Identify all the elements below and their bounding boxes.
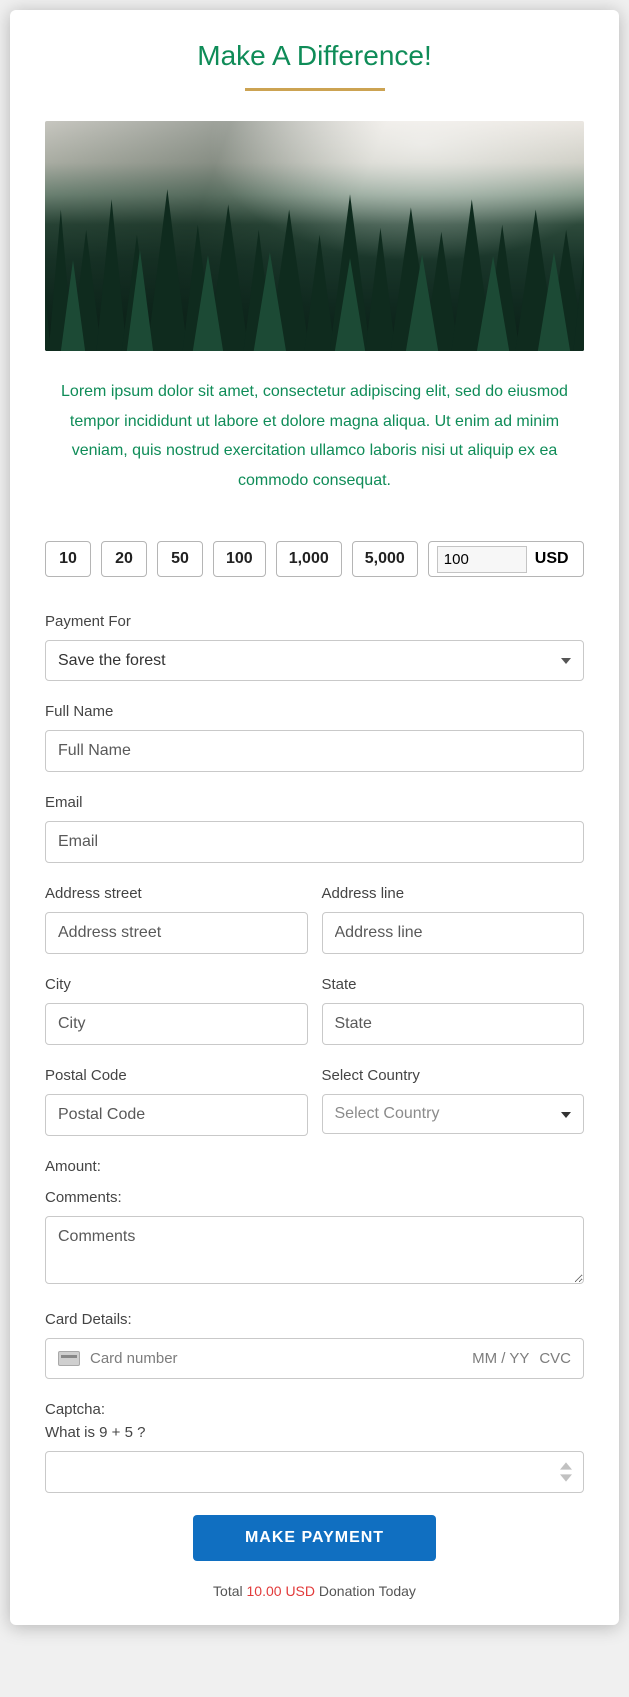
- full-name-input[interactable]: [45, 730, 584, 772]
- card-exp-placeholder: MM / YY: [472, 1350, 529, 1367]
- email-label: Email: [45, 794, 584, 811]
- description: Lorem ipsum dolor sit amet, consectetur …: [45, 377, 584, 495]
- card-cvc-placeholder: CVC: [539, 1350, 571, 1367]
- custom-amount-input[interactable]: [437, 546, 527, 573]
- comments-input[interactable]: [45, 1216, 584, 1284]
- card-input[interactable]: Card number MM / YY CVC: [45, 1338, 584, 1379]
- postal-code-label: Postal Code: [45, 1067, 308, 1084]
- city-label: City: [45, 976, 308, 993]
- footer-amount: 10.00 USD: [247, 1583, 315, 1599]
- select-country-dropdown[interactable]: Select Country: [322, 1094, 585, 1134]
- amount-btn-3[interactable]: 100: [213, 541, 266, 577]
- address-street-label: Address street: [45, 885, 308, 902]
- card-details-label: Card Details:: [45, 1311, 584, 1328]
- dropdown-caret-icon: [561, 1105, 571, 1123]
- amount-row: 10 20 50 100 1,000 5,000 USD: [45, 541, 584, 577]
- amount-btn-4[interactable]: 1,000: [276, 541, 342, 577]
- donation-card: Make A Difference!: [10, 10, 619, 1625]
- card-icon: [58, 1351, 80, 1366]
- full-name-label: Full Name: [45, 703, 584, 720]
- captcha-label: Captcha:: [45, 1401, 584, 1418]
- amount-btn-5[interactable]: 5,000: [352, 541, 418, 577]
- address-street-input[interactable]: [45, 912, 308, 954]
- address-line-input[interactable]: [322, 912, 585, 954]
- city-input[interactable]: [45, 1003, 308, 1045]
- captcha-question: What is 9 + 5 ?: [45, 1424, 584, 1441]
- payment-for-label: Payment For: [45, 613, 584, 630]
- footer-line: Total 10.00 USD Donation Today: [45, 1583, 584, 1605]
- comments-label: Comments:: [45, 1189, 584, 1206]
- footer-prefix: Total: [213, 1583, 246, 1599]
- card-number-placeholder: Card number: [90, 1350, 178, 1367]
- postal-code-input[interactable]: [45, 1094, 308, 1136]
- amount-btn-0[interactable]: 10: [45, 541, 91, 577]
- title-accent: [245, 88, 385, 91]
- captcha-input[interactable]: [45, 1451, 584, 1493]
- make-payment-button[interactable]: MAKE PAYMENT: [193, 1515, 436, 1561]
- hero-image: [45, 121, 584, 351]
- page-title: Make A Difference!: [45, 40, 584, 72]
- state-input[interactable]: [322, 1003, 585, 1045]
- address-line-label: Address line: [322, 885, 585, 902]
- amount-btn-1[interactable]: 20: [101, 541, 147, 577]
- amount-label: Amount:: [45, 1158, 584, 1175]
- currency-label: USD: [535, 550, 569, 568]
- payment-for-select[interactable]: Save the forest: [45, 640, 584, 681]
- footer-suffix: Donation Today: [315, 1583, 416, 1599]
- amount-btn-2[interactable]: 50: [157, 541, 203, 577]
- amount-custom: USD: [428, 541, 584, 577]
- select-country-placeholder: Select Country: [335, 1105, 440, 1123]
- email-input[interactable]: [45, 821, 584, 863]
- stepper-icon[interactable]: [560, 1462, 574, 1482]
- state-label: State: [322, 976, 585, 993]
- select-country-label: Select Country: [322, 1067, 585, 1084]
